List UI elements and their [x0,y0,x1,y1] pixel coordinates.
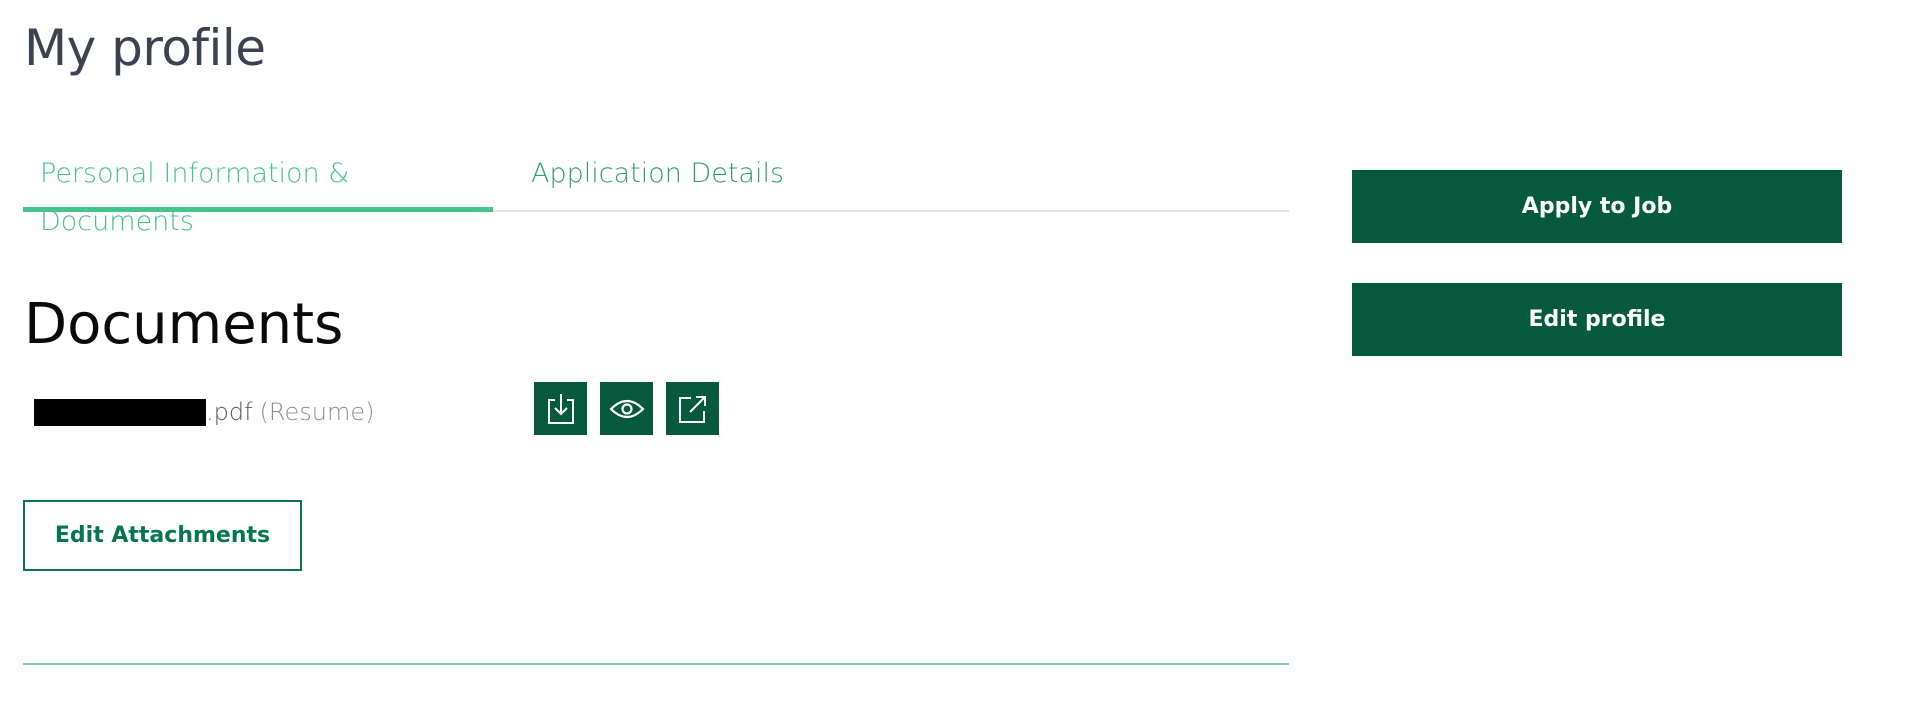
external-link-icon [678,395,706,423]
document-extension: .pdf [206,398,253,426]
preview-button[interactable] [600,382,653,435]
download-icon [547,393,574,424]
edit-profile-button[interactable]: Edit profile [1352,283,1842,356]
apply-to-job-button[interactable]: Apply to Job [1352,170,1842,243]
page-title: My profile [24,19,266,77]
tab-application-details[interactable]: Application Details [531,150,831,210]
redacted-filename [34,398,206,426]
section-divider [23,663,1289,665]
documents-heading: Documents [24,292,344,357]
tab-personal-information-documents[interactable]: Personal Information & Documents [23,150,493,237]
download-button[interactable] [534,382,587,435]
document-list-item: .pdf (Resume) [34,390,375,434]
document-actions [534,382,719,435]
open-external-button[interactable] [666,382,719,435]
edit-attachments-button[interactable]: Edit Attachments [23,500,302,571]
profile-tabs: Personal Information & Documents Applica… [23,150,1289,237]
eye-icon [608,399,645,418]
document-type-label: (Resume) [259,398,375,426]
